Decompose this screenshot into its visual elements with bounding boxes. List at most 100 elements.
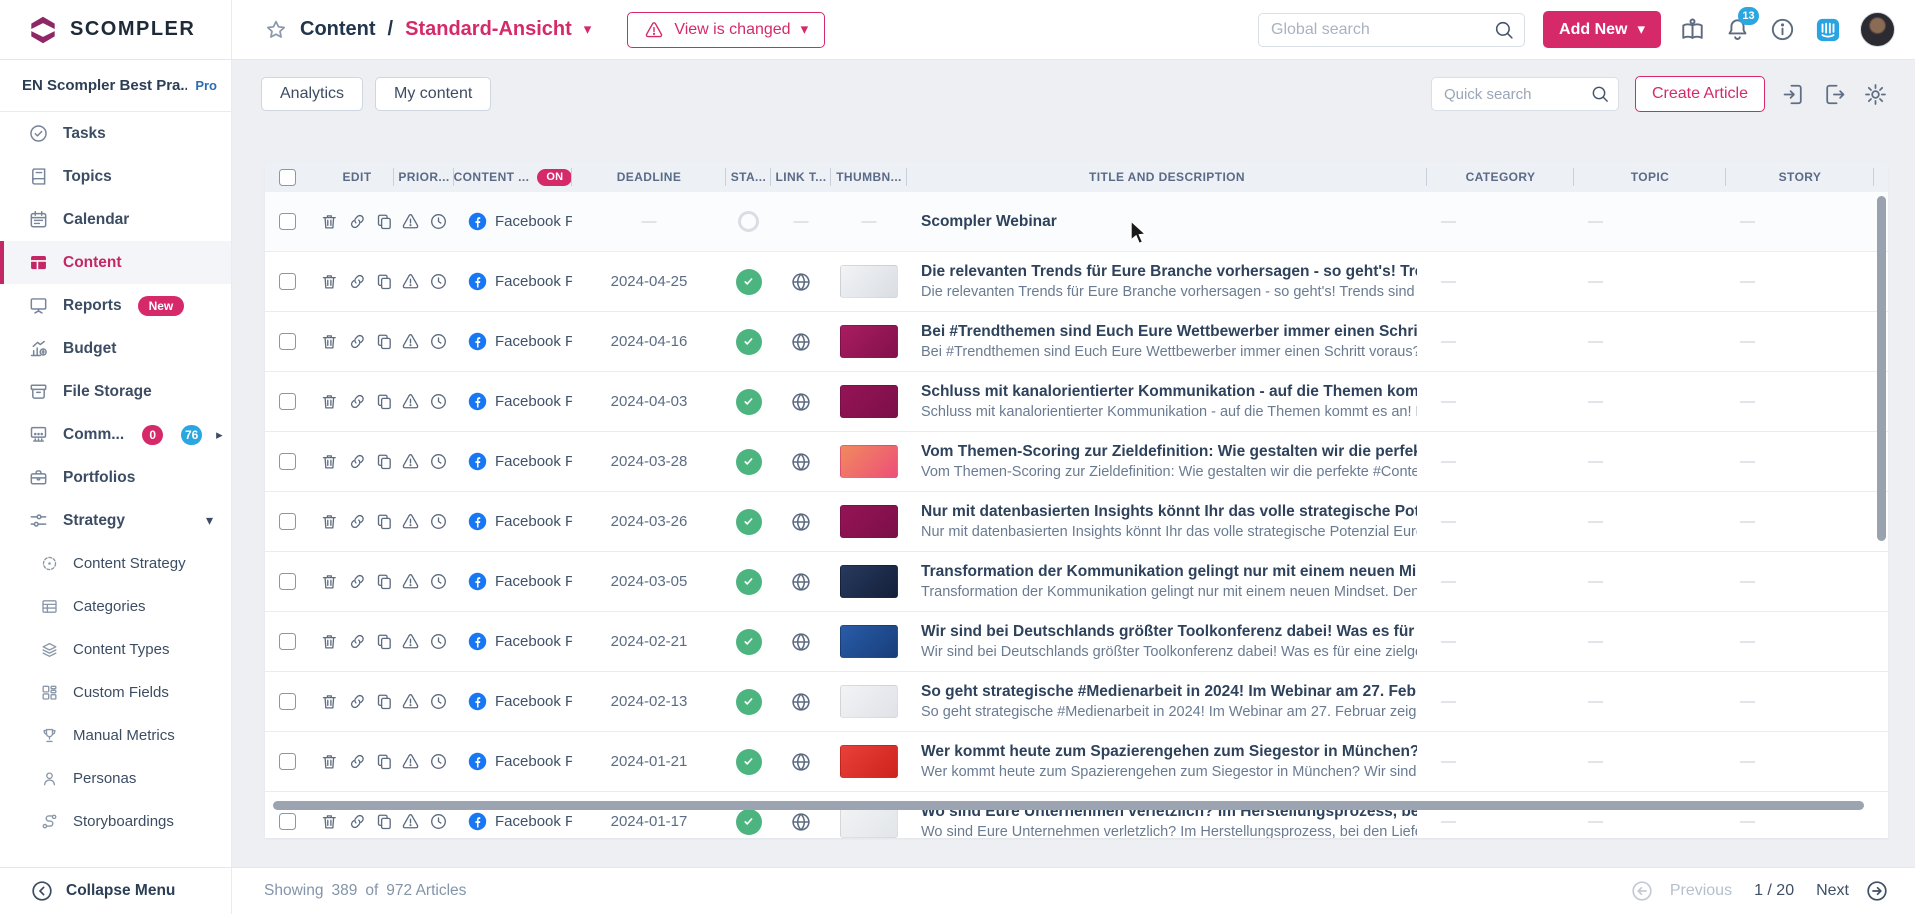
status-done-icon[interactable] [736, 569, 762, 595]
priority-warning-icon[interactable] [401, 692, 420, 711]
sidebar-item-topics[interactable]: Topics [0, 155, 231, 198]
duplicate-icon[interactable] [375, 272, 394, 291]
channel-label[interactable]: Facebook P... [495, 513, 572, 530]
row-checkbox[interactable] [279, 753, 296, 770]
row-checkbox[interactable] [279, 633, 296, 650]
globe-icon[interactable] [790, 751, 812, 773]
table-row[interactable]: Facebook P...2024-03-05Transformation de… [265, 552, 1888, 612]
table-row[interactable]: Facebook P...2024-04-03Schluss mit kanal… [265, 372, 1888, 432]
delete-icon[interactable] [320, 812, 339, 831]
status-done-icon[interactable] [736, 509, 762, 535]
next-page-button[interactable]: Next [1816, 882, 1849, 900]
select-all-checkbox[interactable] [279, 169, 296, 186]
row-checkbox[interactable] [279, 693, 296, 710]
column-header-title[interactable]: TITLE AND DESCRIPTION [907, 162, 1427, 192]
link-icon[interactable] [348, 812, 367, 831]
schedule-clock-icon[interactable] [429, 692, 448, 711]
channel-label[interactable]: Facebook P... [495, 573, 572, 590]
search-icon[interactable] [1590, 84, 1610, 104]
chevron-down-icon[interactable]: ▾ [584, 22, 592, 37]
user-avatar[interactable] [1860, 12, 1895, 47]
duplicate-icon[interactable] [375, 632, 394, 651]
priority-warning-icon[interactable] [401, 272, 420, 291]
sidebar-item-manual-metrics[interactable]: Manual Metrics [0, 714, 231, 757]
intercom-messenger-icon[interactable] [1814, 16, 1842, 44]
link-icon[interactable] [348, 512, 367, 531]
duplicate-icon[interactable] [375, 212, 394, 231]
delete-icon[interactable] [320, 272, 339, 291]
schedule-clock-icon[interactable] [429, 332, 448, 351]
row-checkbox[interactable] [279, 573, 296, 590]
column-header-content[interactable]: CONTENT ... ON [454, 162, 572, 192]
schedule-clock-icon[interactable] [429, 812, 448, 831]
column-header-thumbnail[interactable]: THUMBN... [831, 162, 907, 192]
breadcrumb-section[interactable]: Content [300, 18, 376, 41]
sidebar-item-tasks[interactable]: Tasks [0, 112, 231, 155]
sidebar-item-reports[interactable]: ReportsNew [0, 284, 231, 327]
sidebar-item-categories[interactable]: Categories [0, 585, 231, 628]
status-done-icon[interactable] [736, 629, 762, 655]
expand-icon[interactable]: ▸ [216, 427, 223, 443]
brand-logo[interactable]: SCOMPLER [0, 0, 232, 59]
column-header-priority[interactable]: PRIOR... [394, 162, 454, 192]
thumbnail-image[interactable] [840, 625, 898, 658]
delete-icon[interactable] [320, 332, 339, 351]
table-row[interactable]: Facebook P...2024-01-17Wo sind Eure Unte… [265, 792, 1888, 838]
status-done-icon[interactable] [736, 809, 762, 835]
status-done-icon[interactable] [736, 389, 762, 415]
status-done-icon[interactable] [736, 329, 762, 355]
sidebar-item-content-types[interactable]: Content Types [0, 628, 231, 671]
link-icon[interactable] [348, 692, 367, 711]
column-header-story[interactable]: STORY [1726, 162, 1874, 192]
delete-icon[interactable] [320, 512, 339, 531]
view-selector[interactable]: Standard-Ansicht [405, 18, 572, 41]
content-on-toggle[interactable]: ON [537, 169, 572, 186]
globe-icon[interactable] [790, 511, 812, 533]
delete-icon[interactable] [320, 632, 339, 651]
duplicate-icon[interactable] [375, 752, 394, 771]
schedule-clock-icon[interactable] [429, 572, 448, 591]
article-title[interactable]: Vom Themen-Scoring zur Zieldefinition: W… [921, 443, 1417, 461]
article-title[interactable]: Bei #Trendthemen sind Euch Eure Wettbewe… [921, 323, 1417, 341]
row-checkbox[interactable] [279, 813, 296, 830]
priority-warning-icon[interactable] [401, 392, 420, 411]
duplicate-icon[interactable] [375, 452, 394, 471]
sidebar-item-content[interactable]: Content [0, 241, 231, 284]
schedule-clock-icon[interactable] [429, 392, 448, 411]
duplicate-icon[interactable] [375, 392, 394, 411]
status-empty-icon[interactable] [738, 211, 759, 232]
delete-icon[interactable] [320, 212, 339, 231]
thumbnail-image[interactable] [840, 505, 898, 538]
status-done-icon[interactable] [736, 269, 762, 295]
thumbnail-image[interactable] [840, 325, 898, 358]
chevron-down-icon[interactable]: ▾ [206, 512, 213, 529]
row-checkbox[interactable] [279, 393, 296, 410]
gear-icon[interactable] [1863, 82, 1888, 107]
delete-icon[interactable] [320, 452, 339, 471]
schedule-clock-icon[interactable] [429, 452, 448, 471]
link-icon[interactable] [348, 272, 367, 291]
schedule-clock-icon[interactable] [429, 512, 448, 531]
row-checkbox[interactable] [279, 213, 296, 230]
export-icon[interactable] [1822, 82, 1847, 107]
status-done-icon[interactable] [736, 449, 762, 475]
table-row[interactable]: Facebook P...2024-02-13So geht strategis… [265, 672, 1888, 732]
article-title[interactable]: So geht strategische #Medienarbeit in 20… [921, 683, 1417, 701]
link-icon[interactable] [348, 212, 367, 231]
duplicate-icon[interactable] [375, 572, 394, 591]
thumbnail-image[interactable] [840, 745, 898, 778]
global-search-input[interactable] [1258, 13, 1525, 47]
sidebar-item-portfolios[interactable]: Portfolios [0, 456, 231, 499]
column-header-topic[interactable]: TOPIC [1574, 162, 1726, 192]
priority-warning-icon[interactable] [401, 632, 420, 651]
collapse-menu-button[interactable]: Collapse Menu [0, 868, 232, 914]
priority-warning-icon[interactable] [401, 572, 420, 591]
thumbnail-image[interactable] [840, 265, 898, 298]
link-icon[interactable] [348, 572, 367, 591]
schedule-clock-icon[interactable] [429, 632, 448, 651]
channel-label[interactable]: Facebook P... [495, 453, 572, 470]
star-icon[interactable] [264, 18, 288, 42]
article-title[interactable]: Transformation der Kommunikation gelingt… [921, 563, 1417, 581]
horizontal-scrollbar[interactable] [273, 801, 1864, 810]
priority-warning-icon[interactable] [401, 332, 420, 351]
